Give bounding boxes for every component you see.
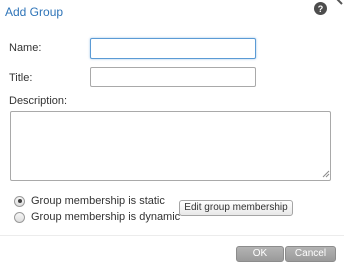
membership-static-option[interactable]: Group membership is static xyxy=(14,194,165,208)
svg-text:?: ? xyxy=(318,4,324,14)
footer-divider xyxy=(0,235,344,236)
description-label: Description: xyxy=(9,95,68,107)
edit-group-membership-button[interactable]: Edit group membership xyxy=(179,200,293,216)
close-corner-icon[interactable] xyxy=(336,0,344,6)
add-group-dialog: Add Group ? Name: Title: Description: Gr… xyxy=(0,0,344,269)
membership-dynamic-option[interactable]: Group membership is dynamic xyxy=(14,210,180,224)
dialog-title-bar: Add Group ? xyxy=(0,0,344,24)
membership-static-radio[interactable] xyxy=(14,195,25,207)
ok-button[interactable]: OK xyxy=(236,246,284,262)
title-input[interactable] xyxy=(90,67,256,87)
name-input[interactable] xyxy=(90,38,256,59)
membership-dynamic-label: Group membership is dynamic xyxy=(31,211,181,223)
cancel-button[interactable]: Cancel xyxy=(285,246,336,262)
description-textarea[interactable] xyxy=(10,111,331,181)
title-label: Title: xyxy=(9,72,33,84)
help-icon[interactable]: ? xyxy=(314,2,327,15)
name-label: Name: xyxy=(9,42,42,54)
membership-dynamic-radio[interactable] xyxy=(14,211,25,223)
dialog-title: Add Group xyxy=(5,5,64,19)
membership-static-label: Group membership is static xyxy=(31,195,165,207)
resize-grip-icon[interactable] xyxy=(322,170,330,178)
